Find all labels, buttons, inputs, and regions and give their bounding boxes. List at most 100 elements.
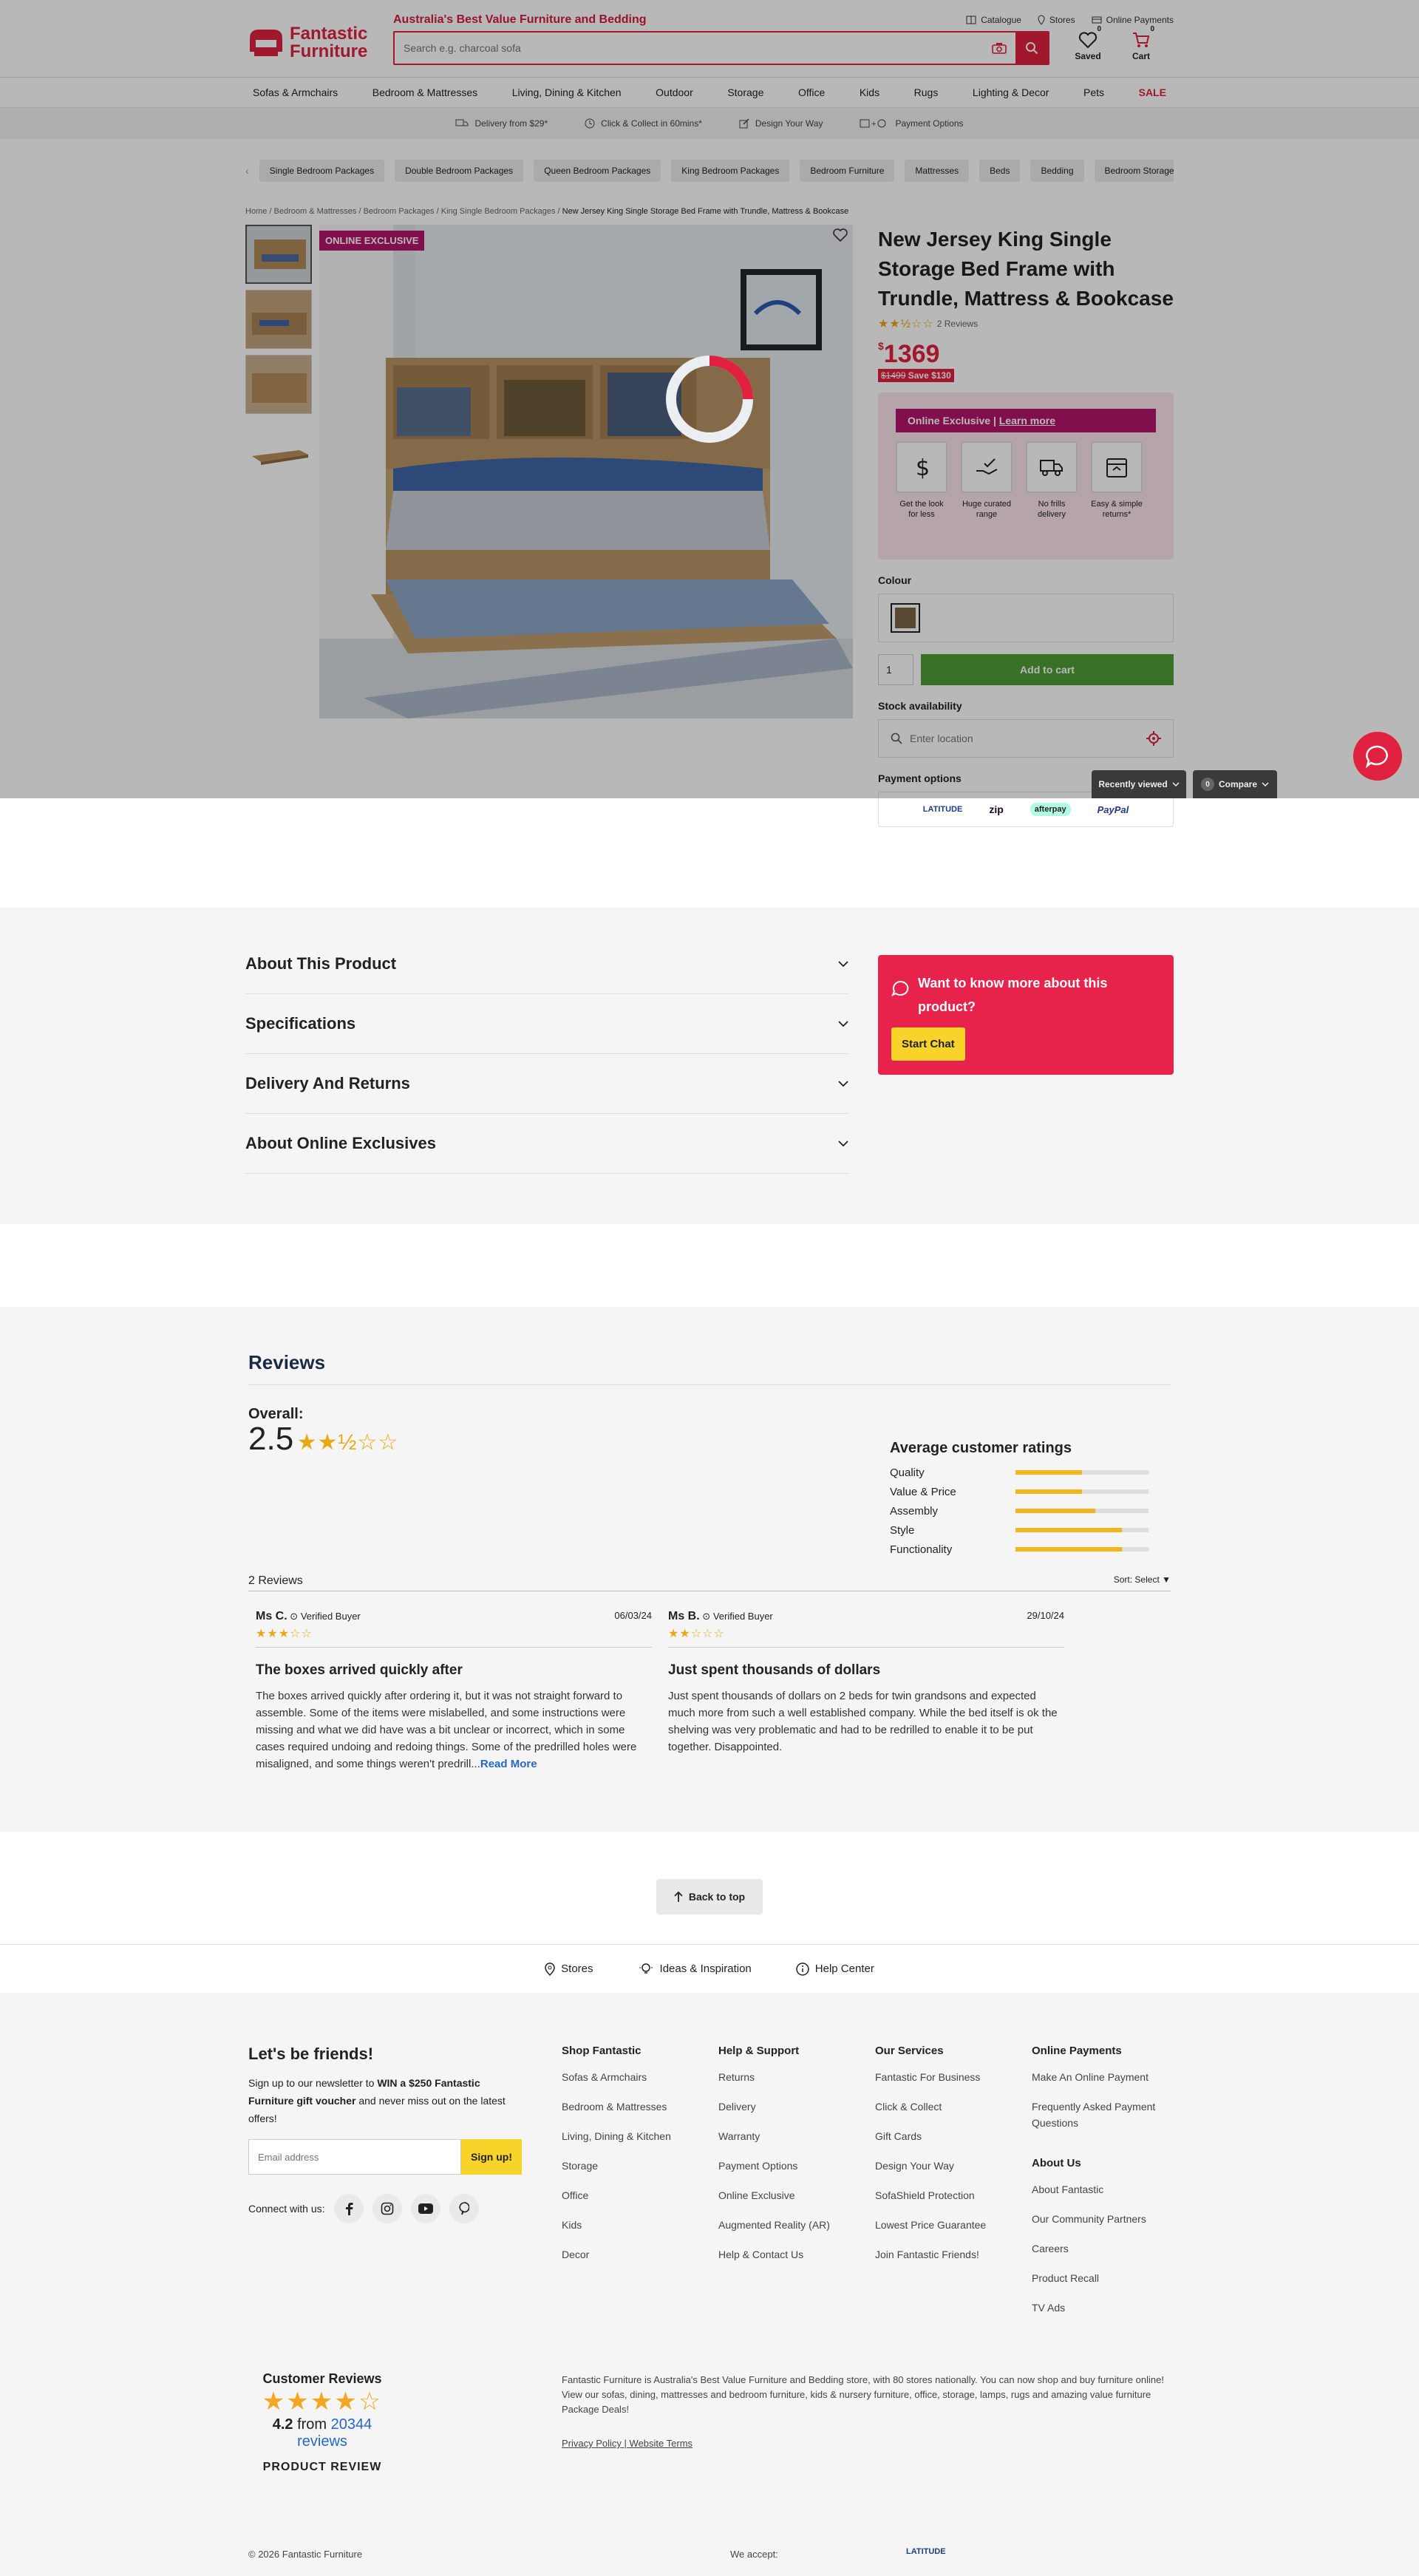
email-field[interactable] xyxy=(248,2139,461,2175)
usp-delivery[interactable]: Delivery from $29* xyxy=(455,118,548,129)
category-chip[interactable]: Bedroom Furniture xyxy=(800,160,895,182)
footer-link[interactable]: Frequently Asked Payment Questions xyxy=(1032,2098,1180,2131)
nav-item[interactable]: Outdoor xyxy=(656,86,693,98)
thumbnail-2[interactable] xyxy=(245,290,312,349)
footer-link[interactable]: Living, Dining & Kitchen xyxy=(562,2128,710,2144)
thumbnail-4[interactable] xyxy=(245,420,312,479)
category-chip[interactable]: Bedding xyxy=(1030,160,1084,182)
cart-button[interactable]: 0 Cart xyxy=(1119,25,1163,61)
footer-link[interactable]: Kids xyxy=(562,2217,710,2233)
footer-link[interactable]: TV Ads xyxy=(1032,2300,1180,2316)
customer-reviews-widget[interactable]: Customer Reviews ★★★★☆ 4.2 from 20344 re… xyxy=(248,2371,396,2474)
customer-reviews-link[interactable]: reviews xyxy=(297,2433,347,2450)
saved-button[interactable]: 0 Saved xyxy=(1066,25,1110,61)
footer-link[interactable]: Lowest Price Guarantee xyxy=(875,2217,1023,2233)
chips-prev-icon[interactable]: ‹ xyxy=(245,165,249,177)
signup-button[interactable]: Sign up! xyxy=(461,2139,522,2175)
footer-link[interactable]: Delivery xyxy=(718,2098,866,2115)
stores-link[interactable]: Stores xyxy=(1038,15,1075,25)
footer-link[interactable]: Bedroom & Mattresses xyxy=(562,2098,710,2115)
usp-payment[interactable]: + Payment Options xyxy=(860,118,964,129)
help-footer-link[interactable]: Help Center xyxy=(796,1962,874,1976)
category-chip[interactable]: Queen Bedroom Packages xyxy=(534,160,661,182)
footer-link[interactable]: Sofas & Armchairs xyxy=(562,2069,710,2085)
read-more-link[interactable]: Read More xyxy=(480,1758,537,1770)
footer-link[interactable]: Our Community Partners xyxy=(1032,2211,1180,2227)
breadcrumb-link[interactable]: Bedroom & Mattresses xyxy=(274,207,357,216)
footer-link[interactable]: Gift Cards xyxy=(875,2128,1023,2144)
nav-item[interactable]: Living, Dining & Kitchen xyxy=(512,86,622,98)
nav-item[interactable]: Bedroom & Mattresses xyxy=(372,86,477,98)
site-logo[interactable]: Fantastic Furniture xyxy=(245,22,375,64)
category-chip[interactable]: Bedroom Storage Sets xyxy=(1094,160,1174,182)
nav-item[interactable]: Sofas & Armchairs xyxy=(253,86,338,98)
footer-link[interactable]: Fantastic For Business xyxy=(875,2069,1023,2085)
nav-item[interactable]: Rugs xyxy=(914,86,939,98)
accordion-item[interactable]: Specifications xyxy=(245,994,848,1054)
product-rating[interactable]: ★★½☆☆ 2 Reviews xyxy=(878,316,1174,331)
search-button[interactable] xyxy=(1015,33,1048,64)
usp-click-collect[interactable]: Click & Collect in 60mins* xyxy=(585,118,702,129)
accordion-item[interactable]: About This Product xyxy=(245,934,848,994)
footer-link[interactable]: Product Recall xyxy=(1032,2270,1180,2286)
locate-icon[interactable] xyxy=(1146,731,1161,746)
footer-link[interactable]: Click & Collect xyxy=(875,2098,1023,2115)
footer-link[interactable]: Office xyxy=(562,2187,710,2203)
recently-viewed-button[interactable]: Recently viewed xyxy=(1092,770,1186,798)
nav-item[interactable]: Office xyxy=(798,86,825,98)
thumbnail-3[interactable] xyxy=(245,355,312,414)
nav-item[interactable]: Kids xyxy=(860,86,879,98)
category-chip[interactable]: King Bedroom Packages xyxy=(671,160,790,182)
footer-link[interactable]: SofaShield Protection xyxy=(875,2187,1023,2203)
instagram-icon[interactable] xyxy=(372,2194,402,2223)
back-to-top-button[interactable]: Back to top xyxy=(656,1879,763,1914)
nav-item[interactable]: Lighting & Decor xyxy=(973,86,1049,98)
footer-link[interactable]: Make An Online Payment xyxy=(1032,2069,1180,2085)
stores-footer-link[interactable]: Stores xyxy=(545,1962,593,1976)
footer-link[interactable]: Augmented Reality (AR) xyxy=(718,2217,866,2233)
category-chip[interactable]: Single Bedroom Packages xyxy=(259,160,385,182)
category-chip[interactable]: Mattresses xyxy=(905,160,970,182)
wishlist-heart-icon[interactable] xyxy=(832,228,848,246)
privacy-link[interactable]: Privacy Policy xyxy=(562,2438,622,2449)
category-chip[interactable]: Beds xyxy=(979,160,1021,182)
footer-link[interactable]: About Fantastic xyxy=(1032,2181,1180,2198)
nav-item[interactable]: SALE xyxy=(1139,86,1166,98)
facebook-icon[interactable] xyxy=(333,2194,364,2223)
search-input[interactable] xyxy=(395,33,983,64)
start-chat-button[interactable]: Start Chat xyxy=(891,1027,965,1061)
category-chip[interactable]: Double Bedroom Packages xyxy=(395,160,524,182)
footer-link[interactable]: Join Fantastic Friends! xyxy=(875,2246,1023,2263)
add-to-cart-button[interactable]: Add to cart xyxy=(921,654,1174,685)
footer-link[interactable]: Decor xyxy=(562,2246,710,2263)
footer-link[interactable]: Storage xyxy=(562,2158,710,2174)
footer-link[interactable]: Warranty xyxy=(718,2128,866,2144)
learn-more-link[interactable]: Learn more xyxy=(999,415,1055,426)
chat-fab-button[interactable] xyxy=(1353,732,1402,781)
footer-link[interactable]: Payment Options xyxy=(718,2158,866,2174)
nav-item[interactable]: Storage xyxy=(727,86,763,98)
quantity-field[interactable]: 1 xyxy=(878,654,913,685)
nav-item[interactable]: Pets xyxy=(1083,86,1104,98)
breadcrumb-link[interactable]: Home xyxy=(245,207,267,216)
footer-link[interactable]: Returns xyxy=(718,2069,866,2085)
location-field[interactable]: Enter location xyxy=(878,719,1174,758)
product-image[interactable]: ONLINE EXCLUSIVE xyxy=(319,225,853,718)
terms-link[interactable]: Website Terms xyxy=(630,2438,693,2449)
footer-link[interactable]: Help & Contact Us xyxy=(718,2246,866,2263)
thumbnail-1[interactable] xyxy=(245,225,312,284)
breadcrumb-link[interactable]: Bedroom Packages xyxy=(364,207,435,216)
footer-link[interactable]: Online Exclusive xyxy=(718,2187,866,2203)
footer-link[interactable]: Design Your Way xyxy=(875,2158,1023,2174)
youtube-icon[interactable] xyxy=(410,2194,440,2223)
compare-button[interactable]: 0 Compare xyxy=(1193,770,1277,798)
sort-select[interactable]: Sort: Select ▼ xyxy=(1114,1574,1171,1585)
accordion-item[interactable]: Delivery And Returns xyxy=(245,1054,848,1114)
breadcrumb-link[interactable]: King Single Bedroom Packages xyxy=(441,207,556,216)
usp-design[interactable]: Design Your Way xyxy=(739,118,823,129)
accordion-item[interactable]: About Online Exclusives xyxy=(245,1114,848,1174)
ideas-footer-link[interactable]: Ideas & Inspiration xyxy=(638,1962,752,1977)
footer-link[interactable]: Careers xyxy=(1032,2240,1180,2257)
pinterest-icon[interactable] xyxy=(449,2194,479,2223)
customer-review-count[interactable]: 20344 xyxy=(331,2416,372,2433)
